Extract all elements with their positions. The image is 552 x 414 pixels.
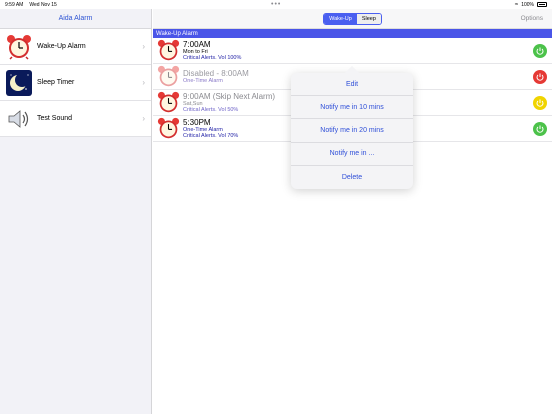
alarm-clock-icon: [156, 117, 180, 141]
moon-icon: [5, 69, 32, 96]
sidebar-item-label: Wake-Up Alarm: [37, 43, 86, 50]
edit-menu-item[interactable]: Edit: [291, 73, 413, 97]
status-time: 9:59 AM: [5, 1, 24, 8]
notify-20-mins-menu-item[interactable]: Notify me in 20 mins: [291, 119, 413, 143]
alarm-action-popover: Edit Notify me in 10 mins Notify me in 2…: [291, 73, 413, 189]
status-date: Wed Nov 15: [29, 1, 57, 8]
power-toggle-button[interactable]: [533, 121, 547, 136]
alarm-time: 7:00AM: [183, 39, 211, 49]
chevron-right-icon: ›: [142, 114, 145, 123]
sidebar-item-sleep-timer[interactable]: Sleep Timer ›: [0, 65, 151, 101]
delete-menu-item[interactable]: Delete: [291, 166, 413, 189]
battery-icon: [537, 2, 547, 7]
sidebar-item-label: Test Sound: [37, 115, 73, 122]
alarm-time: 5:30PM: [183, 117, 211, 127]
power-toggle-button[interactable]: [533, 95, 547, 110]
chevron-right-icon: ›: [142, 42, 145, 51]
alarm-time: Disabled - 8:00AM: [183, 68, 249, 78]
power-icon: [536, 73, 544, 81]
segment-sleep[interactable]: Sleep: [356, 13, 381, 24]
alarm-detail: One-Time Alarm: [183, 77, 223, 84]
multitasking-dots-icon[interactable]: •••: [271, 1, 281, 8]
battery-percent: 100%: [521, 1, 534, 8]
alarm-clock-icon: [156, 65, 180, 89]
power-toggle-button[interactable]: [533, 69, 547, 84]
sidebar-item-label: Sleep Timer: [37, 79, 75, 86]
power-toggle-button[interactable]: [533, 43, 547, 58]
sidebar-item-test-sound[interactable]: Test Sound ›: [0, 101, 151, 137]
speaker-icon: [5, 105, 32, 132]
power-icon: [536, 47, 544, 55]
alarm-time: 9:00AM (Skip Next Alarm): [183, 91, 276, 101]
notify-custom-menu-item[interactable]: Notify me in ...: [291, 143, 413, 166]
alarm-clock-icon: [156, 91, 180, 115]
section-header: Wake-Up Alarm: [153, 29, 552, 38]
alarm-detail: Critical Alerts. Vol 100%: [183, 55, 242, 61]
power-icon: [536, 125, 544, 133]
alarm-clock-icon: [5, 33, 32, 60]
power-icon: [536, 99, 544, 107]
alarm-row[interactable]: 7:00AM Mon to Fri Critical Alerts. Vol 1…: [153, 38, 552, 64]
alarm-detail: Critical Alerts. Vol 50%: [183, 107, 239, 113]
notify-10-mins-menu-item[interactable]: Notify me in 10 mins: [291, 96, 413, 120]
segmented-control: Wake-Up Sleep: [323, 12, 382, 25]
alarm-detail: Critical Alerts. Vol 70%: [183, 133, 239, 139]
segment-wake-up[interactable]: Wake-Up: [324, 13, 357, 24]
sidebar-item-wake-up-alarm[interactable]: Wake-Up Alarm ›: [0, 29, 151, 65]
sidebar-title: Aida Alarm: [0, 9, 151, 29]
alarm-clock-icon: [156, 39, 180, 63]
options-button[interactable]: Options: [521, 15, 543, 22]
navigation-bar: ••• Wake-Up Sleep Options: [153, 1, 552, 29]
wifi-icon: ≈: [514, 1, 519, 8]
chevron-right-icon: ›: [142, 78, 145, 87]
sidebar: Aida Alarm Wake-Up Alarm › Sleep Timer ›…: [0, 9, 152, 414]
